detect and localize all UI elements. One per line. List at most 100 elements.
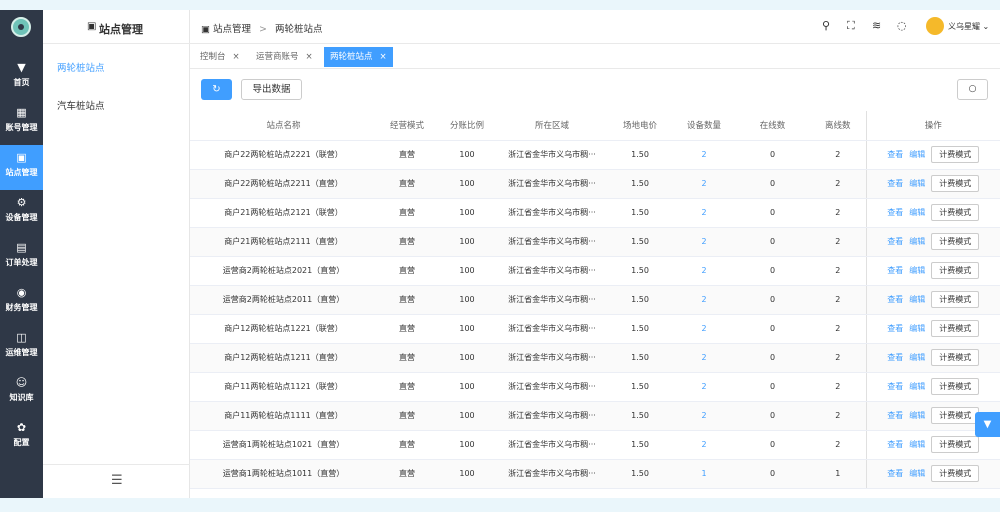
cell-actions: 查看 编辑 计费模式 bbox=[865, 372, 1000, 402]
app-logo bbox=[11, 17, 31, 37]
cell-device-count[interactable]: 2 bbox=[673, 256, 735, 286]
sub-nav-item-two-wheel[interactable]: 两轮桩站点 bbox=[57, 60, 105, 74]
main-content: ↻ 导出数据 ○ 站点名称 经营模式 分账比例 所在区域 场地电价 设备数量 在… bbox=[190, 69, 1000, 498]
cell-station-name: 运营商2两轮桩站点2021（直营） bbox=[190, 256, 377, 286]
view-link[interactable]: 查看 bbox=[887, 208, 903, 217]
rail-item-5[interactable]: ◉ 财务管理 bbox=[0, 280, 43, 325]
edit-link[interactable]: 编辑 bbox=[909, 150, 925, 159]
cell-device-count[interactable]: 2 bbox=[673, 140, 735, 170]
edit-link[interactable]: 编辑 bbox=[909, 324, 925, 333]
view-link[interactable]: 查看 bbox=[887, 237, 903, 246]
rail-item-6[interactable]: ◫ 运维管理 bbox=[0, 325, 43, 370]
edit-link[interactable]: 编辑 bbox=[909, 295, 925, 304]
cell-device-count[interactable]: 2 bbox=[673, 372, 735, 402]
tab-console[interactable]: 控制台 × bbox=[194, 47, 246, 67]
message-icon[interactable]: ◌ bbox=[897, 19, 907, 32]
cell-device-count[interactable]: 2 bbox=[673, 169, 735, 199]
export-data-button[interactable]: 导出数据 bbox=[241, 79, 302, 100]
tab-two-wheel-station[interactable]: 两轮桩站点 × bbox=[324, 47, 393, 67]
billing-mode-button[interactable]: 计费模式 bbox=[931, 262, 980, 279]
rail-item-4[interactable]: ▤ 订单处理 bbox=[0, 235, 43, 280]
cell-mode: 直营 bbox=[377, 140, 437, 170]
billing-mode-button[interactable]: 计费模式 bbox=[931, 146, 980, 163]
cell-device-count[interactable]: 2 bbox=[673, 198, 735, 228]
app-frame: ▼ 首页 ▦ 账号管理 ▣ 站点管理 ⚙ 设备管理 ▤ 订单处理 ◉ 财务管理 ◫ 运维管理 ☺ 知识库 ✿ 配置… bbox=[0, 10, 1000, 498]
col-header-devices: 设备数量 bbox=[673, 111, 735, 141]
rail-item-7[interactable]: ☺ 知识库 bbox=[0, 370, 43, 415]
cell-online: 0 bbox=[735, 285, 810, 315]
feedback-float-button[interactable]: ▼ bbox=[975, 412, 1000, 437]
view-link[interactable]: 查看 bbox=[887, 179, 903, 188]
billing-mode-button[interactable]: 计费模式 bbox=[931, 378, 980, 395]
refresh-button[interactable]: ↻ bbox=[201, 79, 232, 100]
close-icon[interactable]: × bbox=[380, 52, 387, 62]
table-row: 商户21两轮桩站点2111（直营） 直营 100 浙江省金华市义乌市稠··· 1.50 2… bbox=[190, 227, 1000, 257]
table-row: 商户22两轮桩站点2211（直营） 直营 100 浙江省金华市义乌市稠··· 1.50 2… bbox=[190, 169, 1000, 199]
sub-nav-title: 站点管理 bbox=[99, 23, 143, 36]
rail-item-8[interactable]: ✿ 配置 bbox=[0, 415, 43, 460]
cell-device-count[interactable]: 2 bbox=[673, 285, 735, 315]
sub-nav-item-car[interactable]: 汽车桩站点 bbox=[57, 98, 105, 112]
view-link[interactable]: 查看 bbox=[887, 411, 903, 420]
breadcrumb-root[interactable]: 站点管理 bbox=[213, 24, 251, 35]
close-icon[interactable]: × bbox=[233, 52, 240, 62]
avatar[interactable] bbox=[926, 17, 944, 35]
table-header-row: 站点名称 经营模式 分账比例 所在区域 场地电价 设备数量 在线数 离线数 操作 bbox=[190, 111, 1000, 141]
view-link[interactable]: 查看 bbox=[887, 266, 903, 275]
cell-online: 0 bbox=[735, 256, 810, 286]
billing-mode-button[interactable]: 计费模式 bbox=[931, 465, 980, 482]
station-table: 站点名称 经营模式 分账比例 所在区域 场地电价 设备数量 在线数 离线数 操作… bbox=[190, 111, 1000, 489]
view-link[interactable]: 查看 bbox=[887, 353, 903, 362]
billing-mode-button[interactable]: 计费模式 bbox=[931, 349, 980, 366]
edit-link[interactable]: 编辑 bbox=[909, 469, 925, 478]
collapse-menu-icon[interactable]: ☰ bbox=[111, 473, 123, 488]
view-link[interactable]: 查看 bbox=[887, 295, 903, 304]
main-rail: ▼ 首页 ▦ 账号管理 ▣ 站点管理 ⚙ 设备管理 ▤ 订单处理 ◉ 财务管理 ◫ 运维管理 ☺ 知识库 ✿ 配置 bbox=[0, 10, 43, 498]
cell-device-count[interactable]: 1 bbox=[673, 459, 735, 489]
tab-operator-account[interactable]: 运营商账号 × bbox=[250, 47, 319, 67]
view-link[interactable]: 查看 bbox=[887, 324, 903, 333]
view-link[interactable]: 查看 bbox=[887, 150, 903, 159]
billing-mode-button[interactable]: 计费模式 bbox=[931, 320, 980, 337]
view-link[interactable]: 查看 bbox=[887, 382, 903, 391]
edit-link[interactable]: 编辑 bbox=[909, 382, 925, 391]
rail-item-label: 财务管理 bbox=[5, 303, 38, 312]
cell-station-name: 运营商2两轮桩站点2011（直营） bbox=[190, 285, 377, 315]
waveform-icon[interactable]: ≋ bbox=[872, 19, 881, 32]
search-button[interactable]: ○ bbox=[957, 79, 988, 100]
close-icon[interactable]: × bbox=[306, 52, 313, 62]
billing-mode-button[interactable]: 计费模式 bbox=[931, 407, 980, 424]
edit-link[interactable]: 编辑 bbox=[909, 237, 925, 246]
cell-mode: 直营 bbox=[377, 430, 437, 460]
cell-device-count[interactable]: 2 bbox=[673, 343, 735, 373]
rail-item-2[interactable]: ▣ 站点管理 bbox=[0, 145, 43, 190]
rail-item-3[interactable]: ⚙ 设备管理 bbox=[0, 190, 43, 235]
billing-mode-button[interactable]: 计费模式 bbox=[931, 436, 980, 453]
search-icon[interactable]: ⚲ bbox=[822, 19, 830, 32]
table-row: 运营商1两轮桩站点1011（直营） 直营 100 浙江省金华市义乌市稠··· 1.50 1… bbox=[190, 459, 1000, 489]
cell-device-count[interactable]: 2 bbox=[673, 430, 735, 460]
cell-station-name: 运营商1两轮桩站点1021（直营） bbox=[190, 430, 377, 460]
rail-item-label: 配置 bbox=[13, 438, 30, 447]
cell-device-count[interactable]: 2 bbox=[673, 401, 735, 431]
edit-link[interactable]: 编辑 bbox=[909, 411, 925, 420]
edit-link[interactable]: 编辑 bbox=[909, 179, 925, 188]
cell-ratio: 100 bbox=[437, 285, 497, 315]
view-link[interactable]: 查看 bbox=[887, 440, 903, 449]
edit-link[interactable]: 编辑 bbox=[909, 440, 925, 449]
billing-mode-button[interactable]: 计费模式 bbox=[931, 233, 980, 250]
edit-link[interactable]: 编辑 bbox=[909, 266, 925, 275]
rail-item-0[interactable]: ▼ 首页 bbox=[0, 55, 43, 100]
billing-mode-button[interactable]: 计费模式 bbox=[931, 175, 980, 192]
rail-item-1[interactable]: ▦ 账号管理 bbox=[0, 100, 43, 145]
user-name[interactable]: 义乌星耀 ⌄ bbox=[948, 21, 989, 32]
edit-link[interactable]: 编辑 bbox=[909, 208, 925, 217]
fullscreen-icon[interactable]: ⛶ bbox=[847, 19, 855, 33]
view-link[interactable]: 查看 bbox=[887, 469, 903, 478]
rail-item-icon: ▼ bbox=[17, 61, 26, 74]
cell-device-count[interactable]: 2 bbox=[673, 314, 735, 344]
cell-device-count[interactable]: 2 bbox=[673, 227, 735, 257]
billing-mode-button[interactable]: 计费模式 bbox=[931, 291, 980, 308]
edit-link[interactable]: 编辑 bbox=[909, 353, 925, 362]
billing-mode-button[interactable]: 计费模式 bbox=[931, 204, 980, 221]
